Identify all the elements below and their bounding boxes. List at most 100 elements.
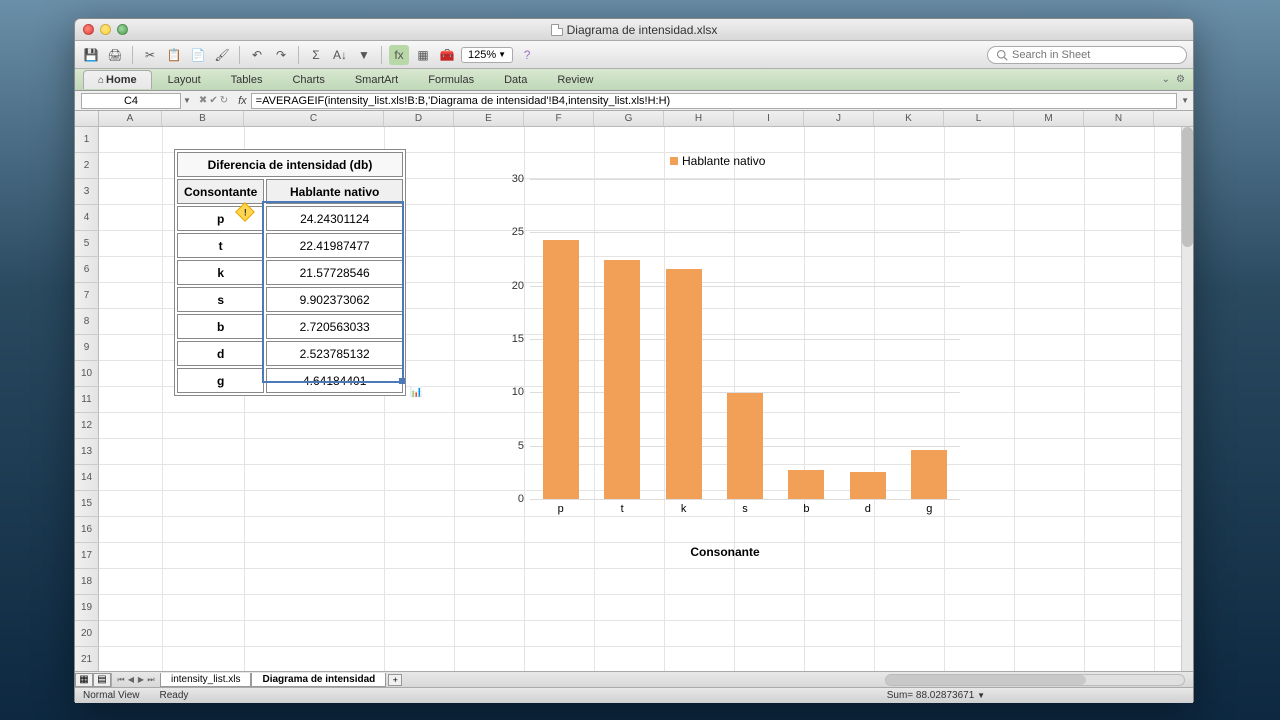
print-icon[interactable]: 🖨 (105, 45, 125, 65)
add-sheet-button[interactable]: + (388, 674, 402, 686)
table-row[interactable]: k21.57728546 (177, 260, 403, 285)
search-input[interactable] (1012, 49, 1178, 61)
show-icon[interactable]: ▦ (413, 45, 433, 65)
tab-data[interactable]: Data (490, 71, 541, 89)
column-header[interactable]: E (454, 111, 524, 126)
bar[interactable] (543, 240, 579, 499)
tab-review[interactable]: Review (543, 71, 607, 89)
table-row[interactable]: t22.41987477 (177, 233, 403, 258)
row-header[interactable]: 2 (75, 153, 99, 179)
name-box[interactable]: C4 (81, 93, 181, 109)
row-header[interactable]: 18 (75, 569, 99, 595)
first-tab-icon[interactable]: ⏮ (116, 675, 126, 685)
formula-expand-icon[interactable]: ▼ (1177, 96, 1193, 105)
row-header[interactable]: 11 (75, 387, 99, 413)
bar[interactable] (850, 472, 886, 499)
filter-icon[interactable]: ▼ (354, 45, 374, 65)
page-view-button[interactable]: ▤ (93, 673, 111, 687)
row-header[interactable]: 15 (75, 491, 99, 517)
formula-input[interactable]: =AVERAGEIF(intensity_list.xls!B:B,'Diagr… (251, 93, 1177, 109)
table-row[interactable]: g4.64184401 (177, 368, 403, 393)
redo-icon[interactable]: ↷ (271, 45, 291, 65)
chart[interactable]: Hablante nativoDiferencia de intensidad … (475, 149, 975, 559)
tab-smartart[interactable]: SmartArt (341, 71, 412, 89)
table-row[interactable]: b2.720563033 (177, 314, 403, 339)
row-header[interactable]: 3 (75, 179, 99, 205)
enter-formula-icon[interactable]: ✔ (209, 95, 217, 106)
search-box[interactable] (987, 46, 1187, 64)
last-tab-icon[interactable]: ⏭ (146, 675, 156, 685)
column-header[interactable]: G (594, 111, 664, 126)
column-header[interactable]: L (944, 111, 1014, 126)
quick-analysis-icon[interactable]: 📊 (410, 387, 426, 403)
tab-home[interactable]: ⌂Home (83, 70, 152, 89)
row-header[interactable]: 17 (75, 543, 99, 569)
normal-view-button[interactable]: ▦ (75, 673, 93, 687)
row-header[interactable]: 7 (75, 283, 99, 309)
vertical-scrollbar[interactable] (1181, 127, 1193, 671)
column-header[interactable]: C (244, 111, 384, 126)
select-all-corner[interactable] (75, 111, 99, 126)
column-header[interactable]: F (524, 111, 594, 126)
sum-icon[interactable]: Σ (306, 45, 326, 65)
bar[interactable] (727, 393, 763, 499)
zoom-select[interactable]: 125% ▼ (461, 47, 513, 63)
fx-toggle-icon[interactable]: fx (389, 45, 409, 65)
sheet-tab-1[interactable]: Diagrama de intensidad (251, 673, 386, 687)
row-header[interactable]: 8 (75, 309, 99, 335)
sort-icon[interactable]: A↓ (330, 45, 350, 65)
prev-tab-icon[interactable]: ◀ (126, 675, 136, 685)
column-header[interactable]: K (874, 111, 944, 126)
row-header[interactable]: 6 (75, 257, 99, 283)
row-header[interactable]: 13 (75, 439, 99, 465)
sheet-tab-0[interactable]: intensity_list.xls (160, 673, 251, 687)
toolbox-icon[interactable]: 🧰 (437, 45, 457, 65)
row-header[interactable]: 10 (75, 361, 99, 387)
row-header[interactable]: 21 (75, 647, 99, 671)
gear-icon[interactable]: ⚙ (1176, 74, 1185, 85)
column-header[interactable]: N (1084, 111, 1154, 126)
bar[interactable] (788, 470, 824, 499)
cancel-formula-icon[interactable]: ✖ (199, 95, 207, 106)
cut-icon[interactable]: ✂ (140, 45, 160, 65)
row-header[interactable]: 16 (75, 517, 99, 543)
row-header[interactable]: 1 (75, 127, 99, 153)
row-header[interactable]: 4 (75, 205, 99, 231)
column-header[interactable]: D (384, 111, 454, 126)
tab-tables[interactable]: Tables (217, 71, 277, 89)
column-header[interactable]: J (804, 111, 874, 126)
save-icon[interactable]: 💾 (81, 45, 101, 65)
tab-layout[interactable]: Layout (154, 71, 215, 89)
bar[interactable] (604, 260, 640, 499)
column-header[interactable]: H (664, 111, 734, 126)
copy-icon[interactable]: 📋 (164, 45, 184, 65)
row-header[interactable]: 5 (75, 231, 99, 257)
bar[interactable] (911, 450, 947, 500)
row-header[interactable]: 19 (75, 595, 99, 621)
name-box-dropdown[interactable]: ▼ (181, 96, 193, 105)
tab-formulas[interactable]: Formulas (414, 71, 488, 89)
table-row[interactable]: s9.902373062 (177, 287, 403, 312)
column-header[interactable]: M (1014, 111, 1084, 126)
column-header[interactable]: I (734, 111, 804, 126)
undo-icon[interactable]: ↶ (247, 45, 267, 65)
help-icon[interactable]: ? (517, 45, 537, 65)
tab-charts[interactable]: Charts (278, 71, 338, 89)
row-header[interactable]: 14 (75, 465, 99, 491)
status-sum[interactable]: Sum= 88.02873671 ▼ (887, 690, 985, 701)
row-header[interactable]: 9 (75, 335, 99, 361)
bar[interactable] (666, 269, 702, 499)
horizontal-scrollbar[interactable] (885, 674, 1185, 686)
table-row[interactable]: p24.24301124 (177, 206, 403, 231)
spreadsheet-grid[interactable]: ABCDEFGHIJKLMN 1234567891011121314151617… (75, 111, 1193, 671)
column-header[interactable]: A (99, 111, 162, 126)
ref-icon[interactable]: ↻ (220, 95, 228, 106)
format-painter-icon[interactable]: 🖌 (212, 45, 232, 65)
row-header[interactable]: 12 (75, 413, 99, 439)
next-tab-icon[interactable]: ▶ (136, 675, 146, 685)
data-table[interactable]: Diferencia de intensidad (db)Consontante… (174, 149, 406, 396)
paste-icon[interactable]: 📄 (188, 45, 208, 65)
row-header[interactable]: 20 (75, 621, 99, 647)
column-header[interactable]: B (162, 111, 244, 126)
table-row[interactable]: d2.523785132 (177, 341, 403, 366)
